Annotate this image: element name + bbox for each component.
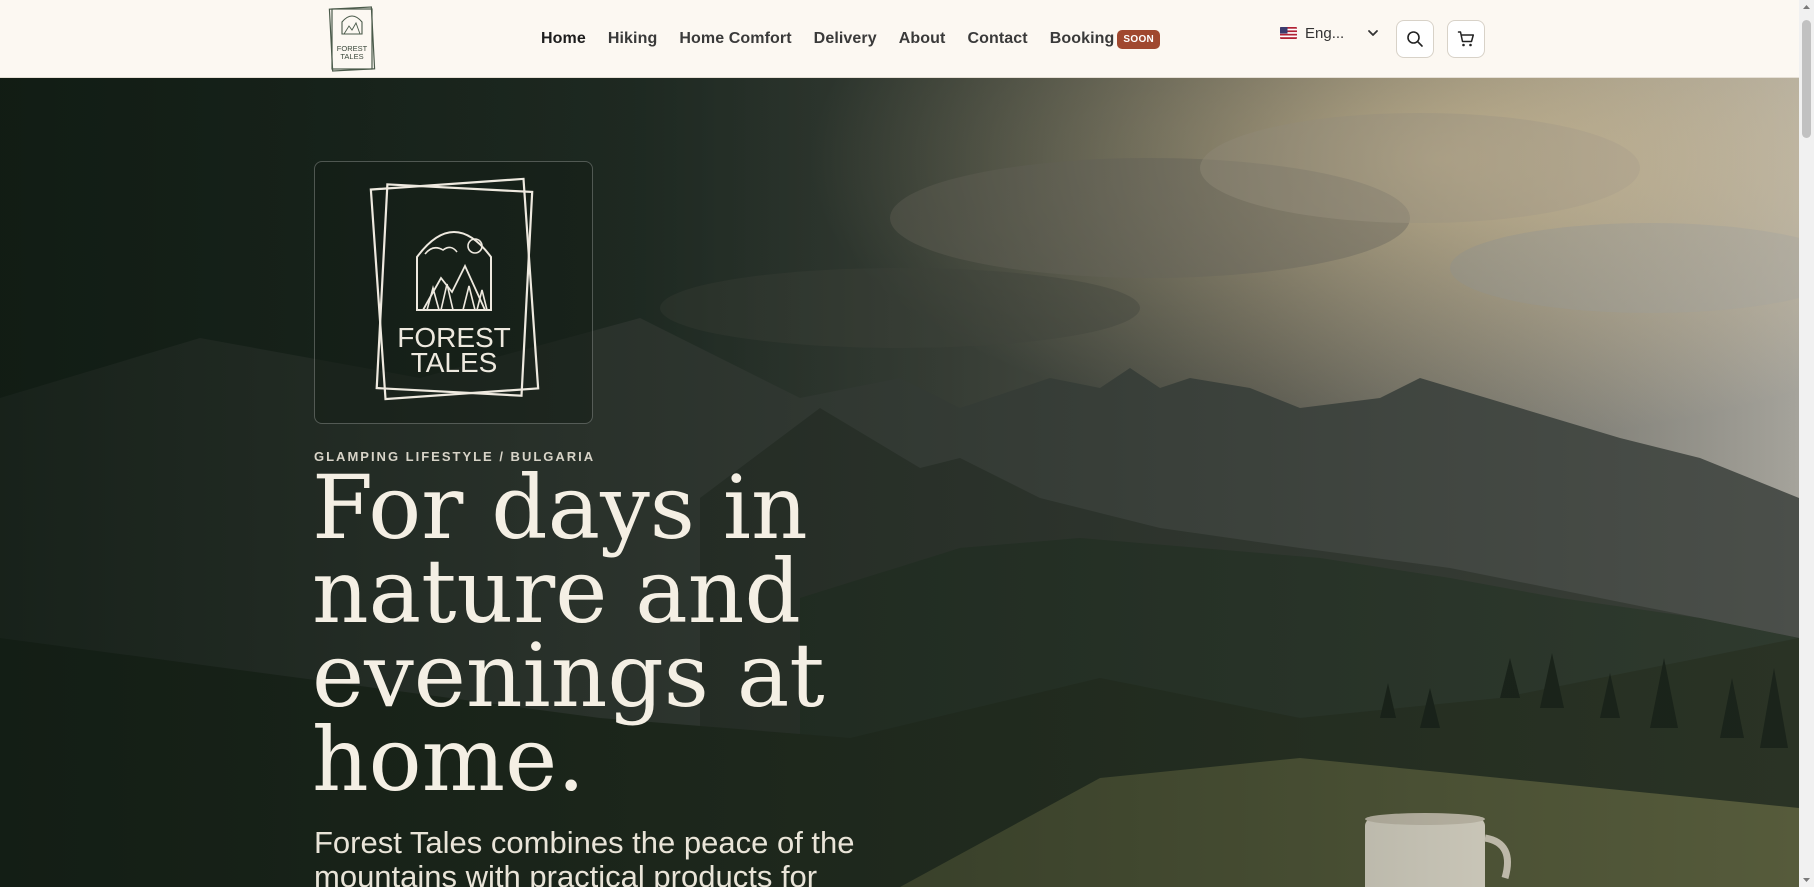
language-selector[interactable]: Eng...	[1280, 22, 1380, 44]
hero-logo-card: FOREST TALES	[314, 161, 593, 424]
scrollbar-thumb[interactable]	[1802, 20, 1811, 138]
nav-booking[interactable]: Booking	[1050, 30, 1115, 48]
scroll-up-arrow-icon[interactable]	[1802, 3, 1811, 12]
forest-tales-emblem: FOREST TALES	[369, 177, 540, 401]
nav-booking-group[interactable]: Booking SOON	[1050, 29, 1161, 49]
hero-logo-tales: TALES	[411, 347, 498, 378]
search-icon	[1407, 31, 1423, 47]
cart-button[interactable]	[1447, 20, 1485, 58]
page-scrollbar[interactable]	[1799, 0, 1814, 887]
nav-home[interactable]: Home	[541, 30, 586, 48]
hero-background-image	[0, 78, 1799, 887]
nav-about[interactable]: About	[899, 30, 946, 48]
scroll-down-arrow-icon[interactable]	[1802, 875, 1811, 884]
language-label: Eng...	[1305, 24, 1345, 42]
hero-section: FOREST TALES GLAMPING LIFESTYLE / BULGAR…	[0, 78, 1799, 887]
forest-tales-logo[interactable]: FOREST TALES	[325, 4, 379, 74]
hero-headline: For days in nature and evenings at home.	[312, 456, 825, 811]
nav-hiking[interactable]: Hiking	[608, 30, 658, 48]
nav-home-comfort[interactable]: Home Comfort	[679, 30, 791, 48]
cart-icon	[1457, 31, 1475, 47]
us-flag-icon	[1280, 27, 1297, 39]
nav-delivery[interactable]: Delivery	[814, 30, 877, 48]
hero-lead-text: Forest Tales combines the peace of the m…	[314, 825, 855, 887]
soon-badge: SOON	[1117, 29, 1161, 49]
site-header: FOREST TALES Home Hiking Home Comfort De…	[0, 0, 1799, 78]
search-button[interactable]	[1396, 20, 1434, 58]
main-nav: Home Hiking Home Comfort Delivery About …	[541, 0, 1161, 78]
nav-contact[interactable]: Contact	[967, 30, 1027, 48]
chevron-down-icon	[1368, 30, 1379, 36]
logo-text-tales: TALES	[340, 52, 363, 61]
